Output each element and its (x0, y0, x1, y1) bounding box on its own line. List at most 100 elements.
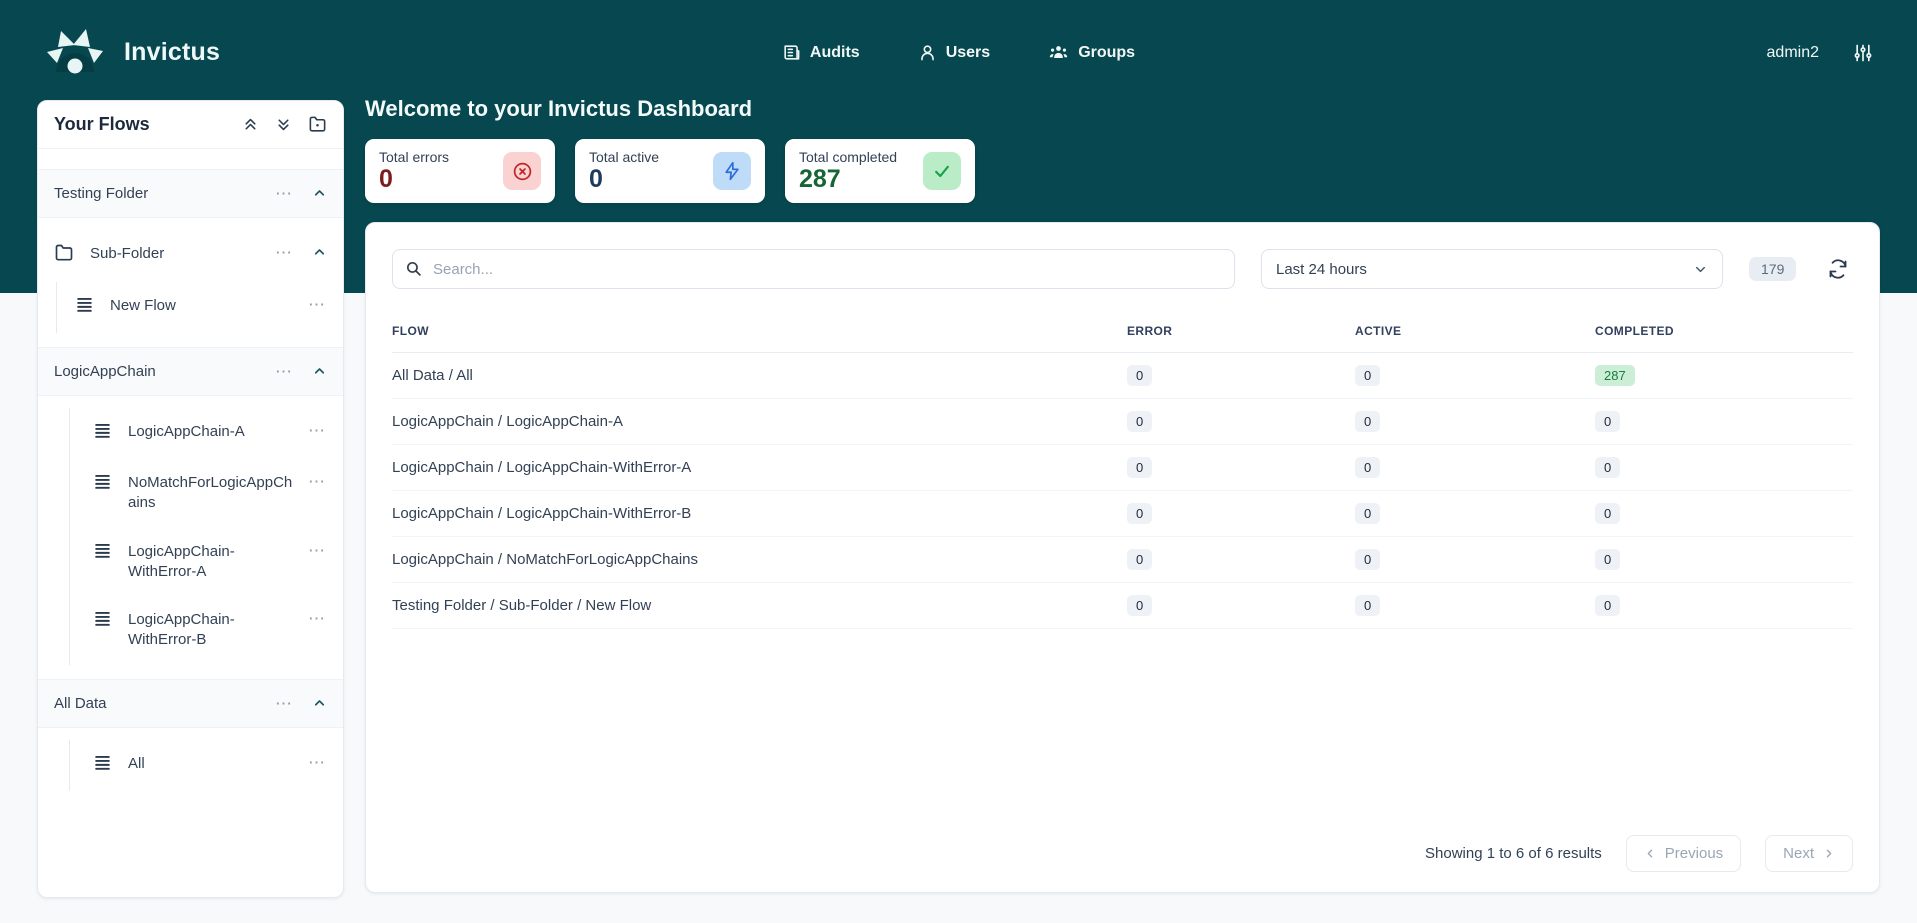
table-empty-space (392, 629, 1853, 821)
results-summary: Showing 1 to 6 of 6 results (1425, 845, 1602, 862)
check-icon (923, 152, 961, 190)
table-row: LogicAppChain / NoMatchForLogicAppChains… (392, 537, 1853, 583)
stat-card-total-completed: Total completed 287 (785, 139, 975, 203)
tree-item-all[interactable]: All ⋯ (70, 740, 343, 791)
flow-name-link[interactable]: LogicAppChain / LogicAppChain-WithError-… (392, 501, 1127, 526)
main-nav: Audits Users Groups (0, 43, 1917, 62)
error-count-badge: 0 (1127, 411, 1152, 432)
more-options-icon[interactable]: ⋯ (275, 695, 294, 712)
all-data-children: All ⋯ (69, 740, 343, 791)
completed-count-badge: 0 (1595, 595, 1620, 616)
more-options-icon[interactable]: ⋯ (308, 754, 327, 771)
brand[interactable]: Invictus (44, 26, 220, 79)
previous-page-button[interactable]: Previous (1626, 835, 1741, 872)
more-options-icon[interactable]: ⋯ (308, 473, 327, 490)
chevron-right-icon (1822, 847, 1835, 860)
flow-name-link[interactable]: All Data / All (392, 363, 1127, 388)
flow-name-link[interactable]: LogicAppChain / LogicAppChain-WithError-… (392, 455, 1127, 480)
new-folder-icon[interactable] (308, 115, 327, 134)
invictus-dashboard-page: Invictus Audits User (0, 0, 1917, 923)
tree-item-logicappchain-witherror-a[interactable]: LogicAppChain-WithError-A ⋯ (70, 528, 343, 597)
stat-value: 0 (589, 166, 659, 192)
completed-count-badge: 0 (1595, 549, 1620, 570)
active-count-badge: 0 (1355, 365, 1380, 386)
nav-item-users[interactable]: Users (918, 43, 990, 62)
flow-name-link[interactable]: Testing Folder / Sub-Folder / New Flow (392, 593, 1127, 618)
table-row: All Data / All 0 0 287 (392, 353, 1853, 399)
current-user[interactable]: admin2 (1767, 44, 1819, 62)
user-icon (918, 43, 937, 62)
completed-count-badge: 0 (1595, 411, 1620, 432)
flow-icon (93, 753, 112, 777)
more-options-icon[interactable]: ⋯ (308, 422, 327, 439)
active-count-badge: 0 (1355, 457, 1380, 478)
tree-item-label: All (128, 754, 145, 774)
tree-section-testing-folder[interactable]: Testing Folder ⋯ (38, 169, 343, 218)
table-toolbar: Last 24 hours 179 (392, 249, 1853, 289)
chevron-up-icon[interactable] (312, 245, 327, 260)
section-label: Testing Folder (54, 185, 148, 202)
error-count-badge: 0 (1127, 595, 1152, 616)
expand-all-icon[interactable] (275, 116, 292, 133)
tree-item-logicappchain-a[interactable]: LogicAppChain-A ⋯ (70, 408, 343, 459)
chevron-left-icon (1644, 847, 1657, 860)
flows-sidebar: Your Flows (37, 100, 344, 898)
flow-icon (93, 541, 112, 565)
more-options-icon[interactable]: ⋯ (308, 610, 327, 627)
folder-icon (54, 243, 74, 268)
table-row: LogicAppChain / LogicAppChain-A 0 0 0 (392, 399, 1853, 445)
chevron-up-icon[interactable] (312, 364, 327, 379)
more-options-icon[interactable]: ⋯ (275, 185, 294, 202)
stat-value: 287 (799, 166, 897, 192)
table-row: LogicAppChain / LogicAppChain-WithError-… (392, 491, 1853, 537)
error-count-badge: 0 (1127, 503, 1152, 524)
invictus-logo-icon (44, 26, 106, 79)
error-count-badge: 0 (1127, 365, 1152, 386)
column-header-error: Error (1127, 320, 1355, 342)
tree-item-nomatchforlogicappchains[interactable]: NoMatchForLogicAppChains ⋯ (70, 459, 343, 528)
tree-item-label: LogicAppChain-A (128, 422, 245, 442)
search-wrap (392, 249, 1235, 289)
active-count-badge: 0 (1355, 411, 1380, 432)
settings-sliders-icon[interactable] (1853, 43, 1873, 63)
flow-icon (93, 472, 112, 496)
active-count-badge: 0 (1355, 595, 1380, 616)
error-count-badge: 0 (1127, 549, 1152, 570)
nav-label-users: Users (946, 44, 990, 62)
tree-item-sub-folder[interactable]: Sub-Folder ⋯ (38, 230, 343, 282)
flow-name-link[interactable]: LogicAppChain / LogicAppChain-A (392, 409, 1127, 434)
tree-item-logicappchain-witherror-b[interactable]: LogicAppChain-WithError-B ⋯ (70, 596, 343, 665)
table-row: Testing Folder / Sub-Folder / New Flow 0… (392, 583, 1853, 629)
tree-item-label: Sub-Folder (90, 244, 164, 264)
flow-icon (75, 295, 94, 319)
tree-item-label: LogicAppChain-WithError-A (128, 542, 300, 583)
more-options-icon[interactable]: ⋯ (275, 363, 294, 380)
refresh-icon[interactable] (1828, 259, 1848, 279)
chevron-down-icon (1693, 262, 1708, 277)
sidebar-title: Your Flows (54, 114, 150, 135)
nav-label-groups: Groups (1078, 44, 1135, 62)
table-row: LogicAppChain / LogicAppChain-WithError-… (392, 445, 1853, 491)
nav-item-audits[interactable]: Audits (782, 43, 860, 62)
more-options-icon[interactable]: ⋯ (308, 542, 327, 559)
result-count-badge: 179 (1749, 257, 1796, 281)
flows-tree: Testing Folder ⋯ Sub-Folder ⋯ (38, 149, 343, 791)
more-options-icon[interactable]: ⋯ (308, 296, 327, 313)
tree-item-new-flow[interactable]: New Flow ⋯ (57, 282, 343, 333)
chevron-up-icon[interactable] (312, 186, 327, 201)
collapse-all-icon[interactable] (242, 116, 259, 133)
completed-count-badge: 0 (1595, 503, 1620, 524)
active-count-badge: 0 (1355, 549, 1380, 570)
time-range-select[interactable]: Last 24 hours (1261, 249, 1723, 289)
flow-icon (93, 421, 112, 445)
top-navigation-bar: Invictus Audits User (0, 0, 1917, 105)
nav-item-groups[interactable]: Groups (1048, 43, 1135, 62)
tree-section-all-data[interactable]: All Data ⋯ (38, 679, 343, 728)
more-options-icon[interactable]: ⋯ (275, 244, 294, 261)
tree-section-logicappchain[interactable]: LogicAppChain ⋯ (38, 347, 343, 396)
completed-count-badge: 0 (1595, 457, 1620, 478)
chevron-up-icon[interactable] (312, 696, 327, 711)
search-input[interactable] (392, 249, 1235, 289)
flow-name-link[interactable]: LogicAppChain / NoMatchForLogicAppChains (392, 547, 1127, 572)
next-page-button[interactable]: Next (1765, 835, 1853, 872)
